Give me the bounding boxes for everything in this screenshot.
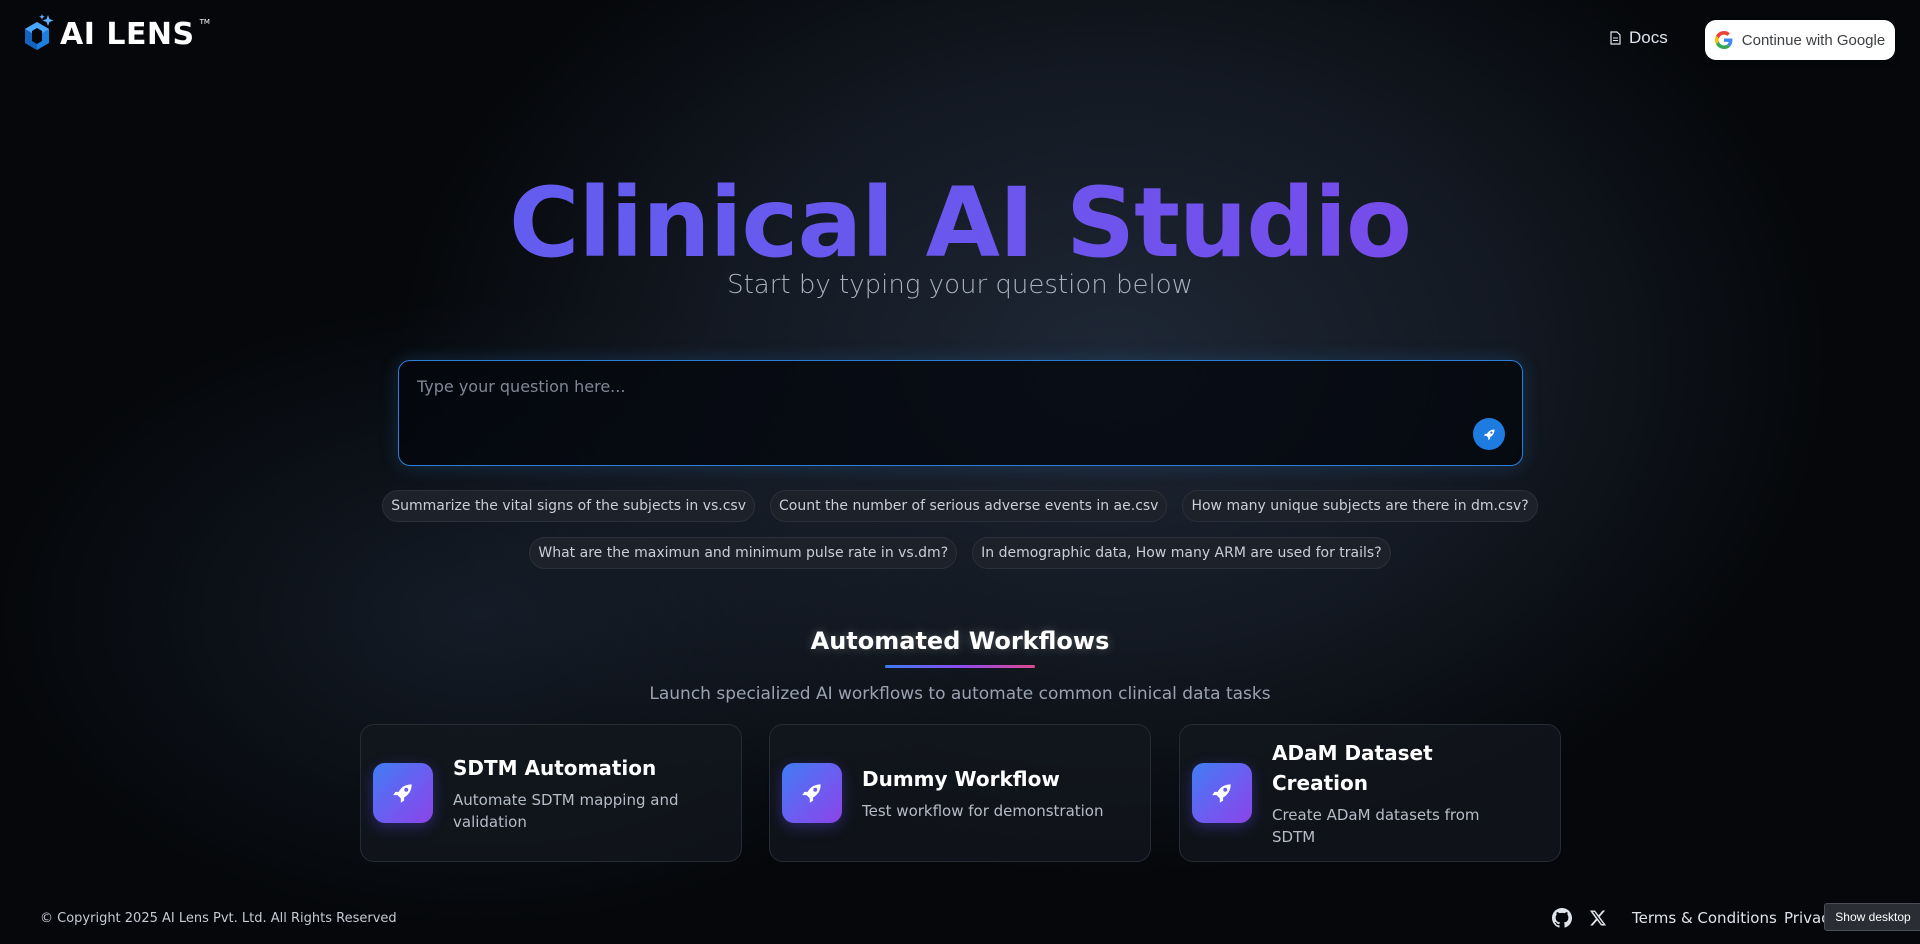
privacy-link[interactable]: Privac [1784, 909, 1829, 927]
workflow-icon-tile [373, 763, 433, 823]
logo-trademark: TM [199, 18, 210, 26]
suggestion-chip[interactable]: In demographic data, How many ARM are us… [972, 537, 1391, 569]
logo[interactable]: AI LENS TM [22, 14, 210, 54]
workflows-heading-underline [885, 665, 1035, 668]
docs-link[interactable]: Docs [1610, 28, 1668, 48]
rocket-icon [1212, 784, 1231, 803]
send-button[interactable] [1473, 418, 1505, 450]
workflow-card-sdtm-automation[interactable]: SDTM Automation Automate SDTM mapping an… [360, 724, 742, 862]
workflows-heading: Automated Workflows [810, 627, 1110, 655]
show-desktop-button[interactable]: Show desktop [1824, 903, 1920, 931]
suggestion-chip[interactable]: Count the number of serious adverse even… [770, 490, 1168, 522]
terms-link[interactable]: Terms & Conditions [1632, 909, 1777, 927]
suggestions-row-2: What are the maximun and minimum pulse r… [0, 537, 1920, 569]
continue-with-google-button[interactable]: Continue with Google [1705, 20, 1895, 60]
github-icon[interactable] [1552, 908, 1572, 928]
suggestion-chip[interactable]: What are the maximun and minimum pulse r… [529, 537, 958, 569]
docs-label: Docs [1629, 28, 1668, 47]
workflow-card-title: SDTM Automation [453, 756, 657, 780]
suggestions-row-1: Summarize the vital signs of the subject… [0, 490, 1920, 522]
page-title: Clinical AI Studio [0, 168, 1920, 278]
suggestion-chip[interactable]: Summarize the vital signs of the subject… [382, 490, 756, 522]
logo-cube-icon [25, 14, 54, 50]
workflow-icon-tile [1192, 763, 1252, 823]
workflow-card-description: Create ADaM datasets from SDTM [1272, 806, 1480, 846]
workflow-card-description: Automate SDTM mapping and validation [453, 791, 679, 831]
copyright-text: © Copyright 2025 AI Lens Pvt. Ltd. All R… [40, 911, 397, 926]
page-subtitle: Start by typing your question below [727, 270, 1193, 300]
rocket-icon [393, 784, 412, 803]
google-button-label: Continue with Google [1741, 31, 1886, 49]
question-input[interactable] [415, 375, 1459, 449]
google-icon [1714, 31, 1733, 49]
rocket-icon [802, 784, 821, 803]
workflow-card-description: Test workflow for demonstration [862, 802, 1104, 820]
logo-text: AI LENS [60, 16, 195, 52]
rocket-icon [1483, 429, 1494, 440]
workflow-card-title: ADaM Dataset Creation [1272, 741, 1433, 795]
x-twitter-icon[interactable] [1589, 909, 1607, 927]
workflows-subtitle: Launch specialized AI workflows to autom… [649, 684, 1271, 704]
document-icon [1610, 31, 1621, 45]
workflow-card-title: Dummy Workflow [862, 767, 1060, 791]
workflow-card-adam-dataset-creation[interactable]: ADaM Dataset Creation Create ADaM datase… [1179, 724, 1561, 862]
question-box [398, 360, 1523, 466]
workflow-icon-tile [782, 763, 842, 823]
workflow-card-dummy-workflow[interactable]: Dummy Workflow Test workflow for demonst… [769, 724, 1151, 862]
suggestion-chip[interactable]: How many unique subjects are there in dm… [1182, 490, 1538, 522]
